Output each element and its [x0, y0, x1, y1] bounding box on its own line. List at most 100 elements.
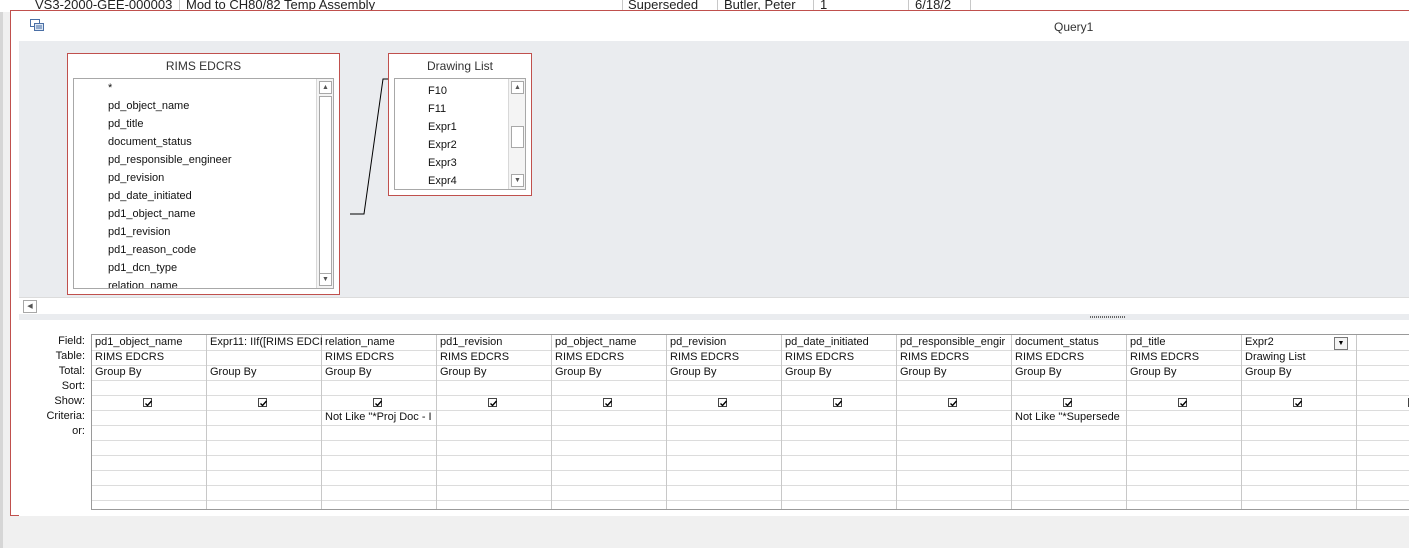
field-item[interactable]: Expr4 [428, 172, 509, 189]
field-item[interactable]: Expr2 [428, 136, 509, 154]
field-list[interactable]: * pd_object_name pd_title document_statu… [73, 78, 334, 289]
grid-cell-table[interactable]: RIMS EDCRS [1127, 350, 1242, 365]
grid-cell-criteria[interactable] [1127, 410, 1242, 425]
grid-cell-sort[interactable] [1127, 380, 1242, 395]
grid-cell-criteria[interactable]: Not Like "*Supersede [1012, 410, 1127, 425]
scroll-thumb[interactable] [319, 96, 332, 274]
field-item[interactable]: pd1_reason_code [108, 241, 317, 259]
grid-cell-criteria[interactable]: Not Like "*Proj Doc - I [322, 410, 437, 425]
grid-column[interactable]: pd_date_initiated RIMS EDCRS Group By [782, 335, 897, 509]
table-title[interactable]: Drawing List [389, 54, 531, 78]
grid-cell-or[interactable] [667, 425, 782, 440]
field-item[interactable]: pd_date_initiated [108, 187, 317, 205]
grid-cell-table[interactable]: RIMS EDCRS [667, 350, 782, 365]
field-item[interactable]: pd1_revision [108, 223, 317, 241]
grid-column[interactable]: pd_responsible_engir RIMS EDCRS Group By [897, 335, 1012, 509]
grid-column[interactable]: pd_title RIMS EDCRS Group By [1127, 335, 1242, 509]
grid-cell-or[interactable] [92, 425, 207, 440]
grid-cell-total[interactable]: Group By [322, 365, 437, 380]
grid-cell-field[interactable] [1357, 335, 1409, 350]
grid-cell-or[interactable] [322, 425, 437, 440]
grid-cell-criteria[interactable] [1242, 410, 1357, 425]
grid-cell-or[interactable] [552, 425, 667, 440]
grid-cell-table[interactable]: RIMS EDCRS [897, 350, 1012, 365]
field-item[interactable]: pd1_object_name [108, 205, 317, 223]
scroll-up-arrow-icon[interactable]: ▲ [319, 81, 332, 94]
grid-cell-table[interactable]: RIMS EDCRS [1012, 350, 1127, 365]
grid-cell-sort[interactable] [782, 380, 897, 395]
grid-cell-or[interactable] [437, 425, 552, 440]
grid-cell-table[interactable]: RIMS EDCRS [437, 350, 552, 365]
grid-cell-or[interactable] [782, 425, 897, 440]
grid-cell-total[interactable]: Group By [552, 365, 667, 380]
grid-cell-sort[interactable] [322, 380, 437, 395]
grid-cell-sort[interactable] [92, 380, 207, 395]
field-item[interactable]: relation_name [108, 277, 317, 288]
show-checkbox[interactable] [603, 398, 613, 407]
grid-column[interactable] [1357, 335, 1409, 509]
field-dropdown-arrow-icon[interactable]: ▼ [1334, 337, 1348, 350]
grid-cell-total[interactable] [1357, 365, 1409, 380]
grid-cell-sort[interactable] [897, 380, 1012, 395]
grid-cell-criteria[interactable] [437, 410, 552, 425]
scroll-up-arrow-icon[interactable]: ▲ [511, 81, 524, 94]
splitter-grip-icon[interactable] [1090, 316, 1126, 318]
grid-cell-total[interactable]: Group By [437, 365, 552, 380]
field-item[interactable]: F11 [428, 100, 509, 118]
show-checkbox[interactable] [143, 398, 153, 407]
grid-cell-table[interactable]: RIMS EDCRS [322, 350, 437, 365]
field-item[interactable]: pd1_dcn_type [108, 259, 317, 277]
grid-cell-or[interactable] [207, 425, 322, 440]
query-design-icon[interactable] [30, 19, 44, 31]
query-design-grid[interactable]: pd1_object_name RIMS EDCRS Group By Expr11:… [91, 334, 1409, 510]
grid-cell-criteria[interactable] [92, 410, 207, 425]
show-checkbox[interactable] [1178, 398, 1188, 407]
grid-column[interactable]: pd_revision RIMS EDCRS Group By [667, 335, 782, 509]
show-checkbox[interactable] [373, 398, 383, 407]
grid-cell-field[interactable]: pd_object_name [552, 335, 667, 350]
grid-cell-table[interactable]: RIMS EDCRS [552, 350, 667, 365]
grid-cell-sort[interactable] [552, 380, 667, 395]
grid-cell-criteria[interactable] [1357, 410, 1409, 425]
field-item[interactable]: pd_responsible_engineer [108, 151, 317, 169]
window-title-bar[interactable]: Query1 [11, 11, 1409, 41]
grid-cell-field[interactable]: pd_responsible_engir [897, 335, 1012, 350]
field-item[interactable]: F10 [428, 82, 509, 100]
show-checkbox[interactable] [718, 398, 728, 407]
field-item[interactable]: document_status [108, 133, 317, 151]
show-checkbox[interactable] [488, 398, 498, 407]
grid-cell-total[interactable]: Group By [207, 365, 322, 380]
grid-cell-or[interactable] [1012, 425, 1127, 440]
grid-column[interactable]: Expr11: IIf([RIMS EDCRS Group By [207, 335, 322, 509]
grid-cell-criteria[interactable] [782, 410, 897, 425]
grid-cell-or[interactable] [1127, 425, 1242, 440]
grid-cell-or[interactable] [897, 425, 1012, 440]
grid-cell-sort[interactable] [437, 380, 552, 395]
field-list[interactable]: F10 F11 Expr1 Expr2 Expr3 Expr4 ▲ ▼ [394, 78, 526, 190]
grid-cell-sort[interactable] [1012, 380, 1127, 395]
grid-cell-total[interactable]: Group By [1012, 365, 1127, 380]
grid-column[interactable]: pd1_object_name RIMS EDCRS Group By [92, 335, 207, 509]
show-checkbox[interactable] [1293, 398, 1303, 407]
scroll-down-arrow-icon[interactable]: ▼ [319, 273, 332, 286]
field-list-scrollbar[interactable]: ▲ ▼ [316, 79, 333, 288]
grid-cell-total[interactable]: Group By [897, 365, 1012, 380]
grid-cell-field[interactable]: Expr11: IIf([RIMS EDCRS [207, 335, 322, 350]
field-item[interactable]: pd_revision [108, 169, 317, 187]
show-checkbox[interactable] [833, 398, 843, 407]
table-rims-edcrs[interactable]: RIMS EDCRS * pd_object_name pd_title doc… [67, 53, 340, 295]
grid-column[interactable]: pd1_revision RIMS EDCRS Group By [437, 335, 552, 509]
grid-cell-total[interactable]: Group By [1127, 365, 1242, 380]
grid-cell-criteria[interactable] [552, 410, 667, 425]
grid-column[interactable]: relation_name RIMS EDCRS Group By Not Like … [322, 335, 437, 509]
field-item[interactable]: * [108, 79, 317, 97]
field-item[interactable]: Expr1 [428, 118, 509, 136]
grid-cell-sort[interactable] [1242, 380, 1357, 395]
grid-cell-table[interactable]: RIMS EDCRS [782, 350, 897, 365]
grid-cell-total[interactable]: Group By [1242, 365, 1357, 380]
grid-cell-total[interactable]: Group By [667, 365, 782, 380]
field-list-scrollbar[interactable]: ▲ ▼ [508, 79, 525, 189]
table-title[interactable]: RIMS EDCRS [68, 54, 339, 78]
grid-column[interactable]: document_status RIMS EDCRS Group By Not Lik… [1012, 335, 1127, 509]
grid-cell-table[interactable] [1357, 350, 1409, 365]
